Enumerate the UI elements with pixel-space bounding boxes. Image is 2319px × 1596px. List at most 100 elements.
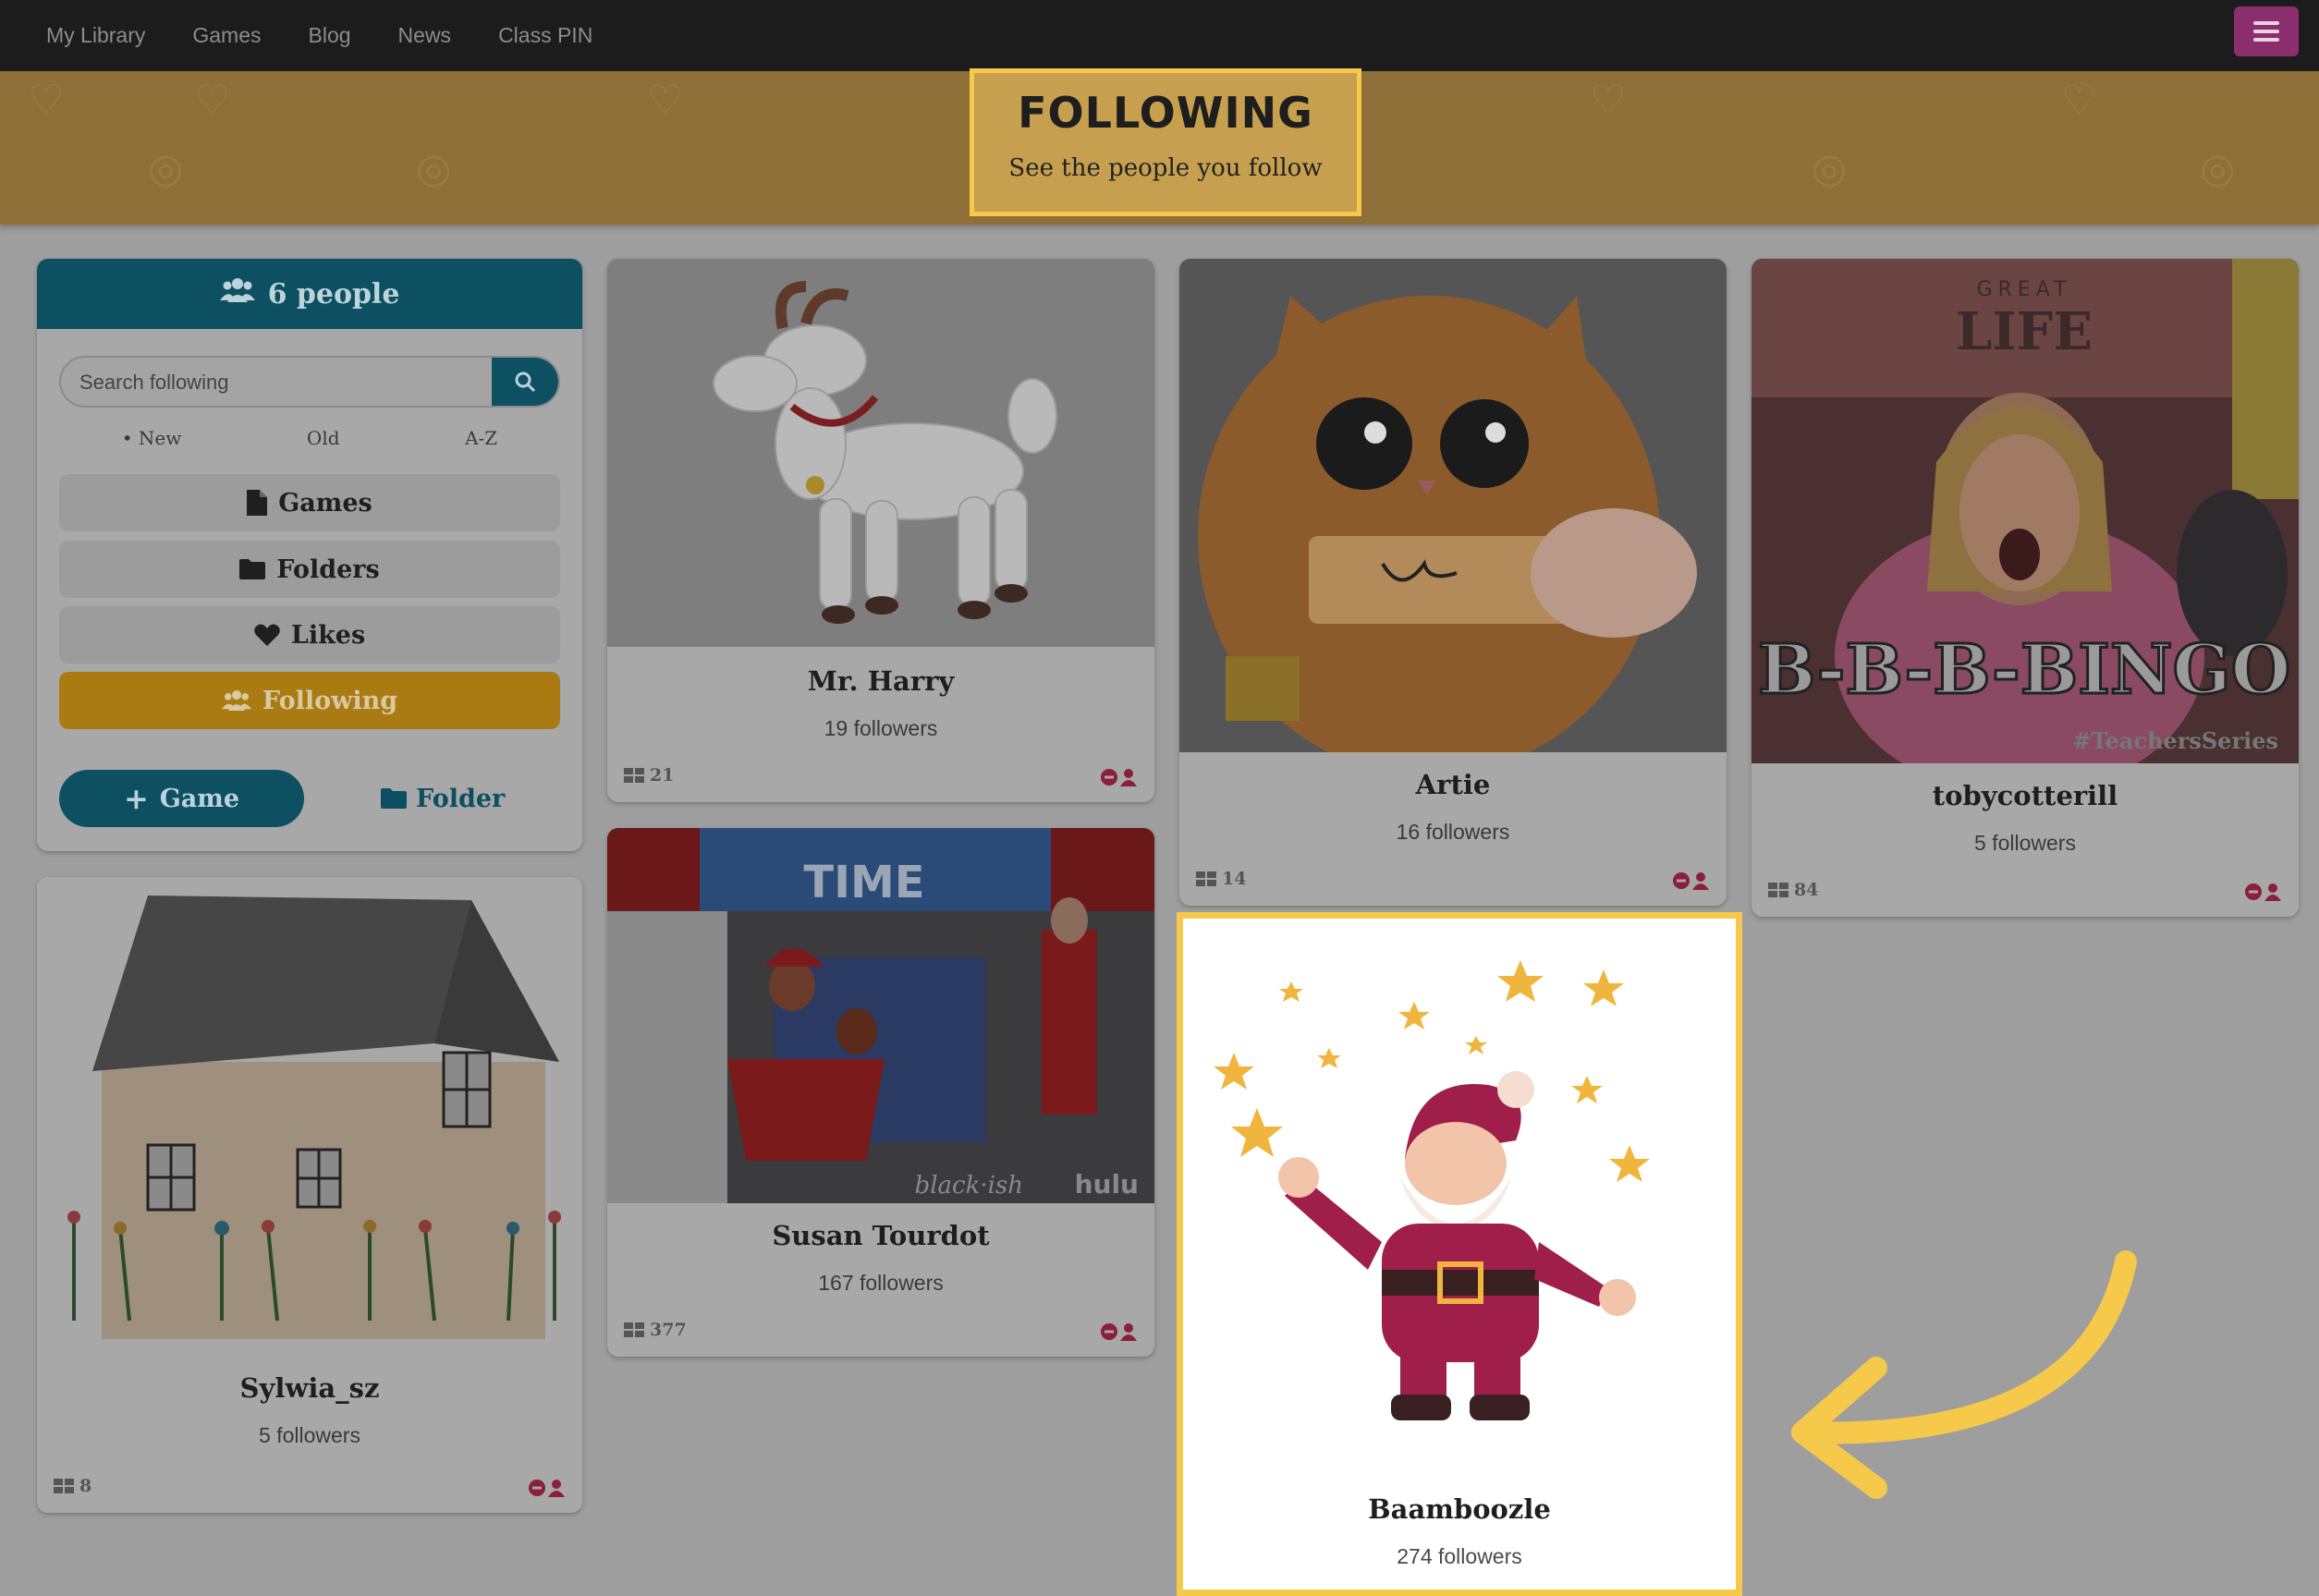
add-folder-label: Folder [416,784,506,813]
search-button[interactable] [492,358,558,406]
pointer-arrow-icon [1791,1250,2137,1499]
grid-icon [1196,871,1216,886]
folders-filter-label: Folders [276,554,380,584]
people-count-header: 6 people [37,259,582,329]
blackish-watermark: black·ish [915,1172,1023,1200]
followers-count: 167 followers [818,1271,944,1295]
teachers-series-caption: #TeachersSeries [2072,727,2278,754]
nav-blog[interactable]: Blog [309,23,351,48]
followers-count: 274 followers [1397,1544,1522,1568]
user-card-artie[interactable]: Artie 16 followers 14 [1179,259,1727,906]
folders-filter-button[interactable]: Folders [59,541,560,598]
nav-games[interactable]: Games [192,23,261,48]
filter-panel: 6 people • New Old A-Z Games Folders Lik… [37,259,582,851]
play-icon: ◎ [416,145,452,192]
grid-icon [1768,883,1788,897]
play-icon: ◎ [2200,145,2236,192]
followers-count: 5 followers [259,1423,360,1447]
unfollow-button[interactable] [1101,1322,1138,1341]
followers-count: 19 followers [824,716,938,740]
user-card-mr-harry[interactable]: Mr. Harry 19 followers 21 [607,259,1154,802]
games-count: 21 [624,765,674,786]
sort-new[interactable]: • New [122,427,182,449]
games-count: 14 [1196,869,1246,889]
user-minus-icon [1101,1323,1137,1341]
store-sign-text: TIME [803,857,924,908]
sort-options: • New Old A-Z [59,427,560,449]
user-name[interactable]: Susan Tourdot [607,1220,1154,1251]
heart-icon: ♡ [194,77,231,124]
heart-icon [254,624,280,646]
heart-icon: ♡ [28,77,65,124]
heart-icon: ♡ [647,77,684,124]
games-filter-button[interactable]: Games [59,474,560,531]
sign-great-text: GREAT [1976,278,2071,301]
grid-icon [624,768,644,783]
top-nav: My Library Games Blog News Class PIN [0,0,2319,71]
user-avatar [1214,960,1650,1420]
user-card-susan-tourdot[interactable]: TIME black·ish hulu Susan Tourdot 167 fo… [607,828,1154,1357]
user-minus-icon [529,1480,565,1497]
plus-icon: + [123,781,149,816]
hamburger-menu-icon[interactable] [2234,6,2299,56]
grid-icon [54,1479,74,1493]
grid-icon [624,1322,644,1337]
user-minus-icon [1673,872,1709,890]
play-icon: ◎ [148,145,184,192]
heart-icon: ♡ [1590,77,1627,124]
user-name[interactable]: tobycotterill [1751,780,2299,811]
games-count-value: 84 [1794,880,1819,900]
following-filter-button[interactable]: Following [59,672,560,729]
games-count: 84 [1768,880,1818,900]
unfollow-button[interactable] [1673,871,1710,890]
people-count: 6 people [267,277,400,311]
nav-news[interactable]: News [398,23,452,48]
page-subtitle: See the people you follow [1008,154,1323,182]
bingo-caption: B-B-B-BINGO [1758,630,2290,710]
hulu-watermark: hulu [1075,1169,1139,1200]
sort-az[interactable]: A-Z [465,427,497,449]
nav-class-pin[interactable]: Class PIN [498,23,592,48]
add-game-label: Game [159,784,240,813]
play-icon: ◎ [1812,145,1848,192]
user-minus-icon [2245,883,2281,901]
following-filter-label: Following [262,686,398,715]
sort-old[interactable]: Old [307,427,340,449]
search-input[interactable] [61,358,507,406]
user-card-tobycotterill[interactable]: LIFE GREAT B-B-B-BINGO #TeachersSeries t… [1751,259,2299,917]
add-game-button[interactable]: + Game [59,770,304,827]
users-icon [219,276,255,311]
user-minus-icon [1101,769,1137,786]
sign-life-text: LIFE [1956,301,2093,362]
add-folder-button[interactable]: Folder [381,770,505,827]
page-title-box: FOLLOWING See the people you follow [970,68,1361,216]
user-name[interactable]: Artie [1179,769,1727,800]
user-name[interactable]: Mr. Harry [607,665,1154,697]
file-icon [247,490,268,516]
user-avatar [1179,259,1727,752]
user-name[interactable]: Baamboozle [1183,1493,1736,1525]
user-card-sylwia-sz[interactable]: Sylwia_sz 5 followers 8 [37,877,582,1513]
search-box [59,356,560,408]
games-count-value: 21 [650,765,675,786]
games-count-value: 377 [650,1320,687,1340]
games-count-value: 14 [1222,869,1247,889]
nav-my-library[interactable]: My Library [46,23,145,48]
likes-filter-label: Likes [290,620,366,650]
search-icon [515,372,536,393]
page-title: FOLLOWING [1018,88,1313,138]
user-card-baamboozle[interactable]: Baamboozle 274 followers [1177,912,1742,1596]
users-icon [221,688,251,713]
unfollow-button[interactable] [529,1479,566,1497]
user-avatar [607,259,1154,647]
games-filter-label: Games [278,488,372,518]
user-name[interactable]: Sylwia_sz [37,1372,582,1404]
likes-filter-button[interactable]: Likes [59,606,560,664]
unfollow-button[interactable] [2245,883,2282,901]
unfollow-button[interactable] [1101,768,1138,786]
games-count-value: 8 [79,1476,92,1496]
heart-icon: ♡ [2061,77,2098,124]
user-avatar: LIFE GREAT B-B-B-BINGO #TeachersSeries [1751,259,2299,763]
games-count: 377 [624,1320,687,1340]
games-count: 8 [54,1476,92,1496]
